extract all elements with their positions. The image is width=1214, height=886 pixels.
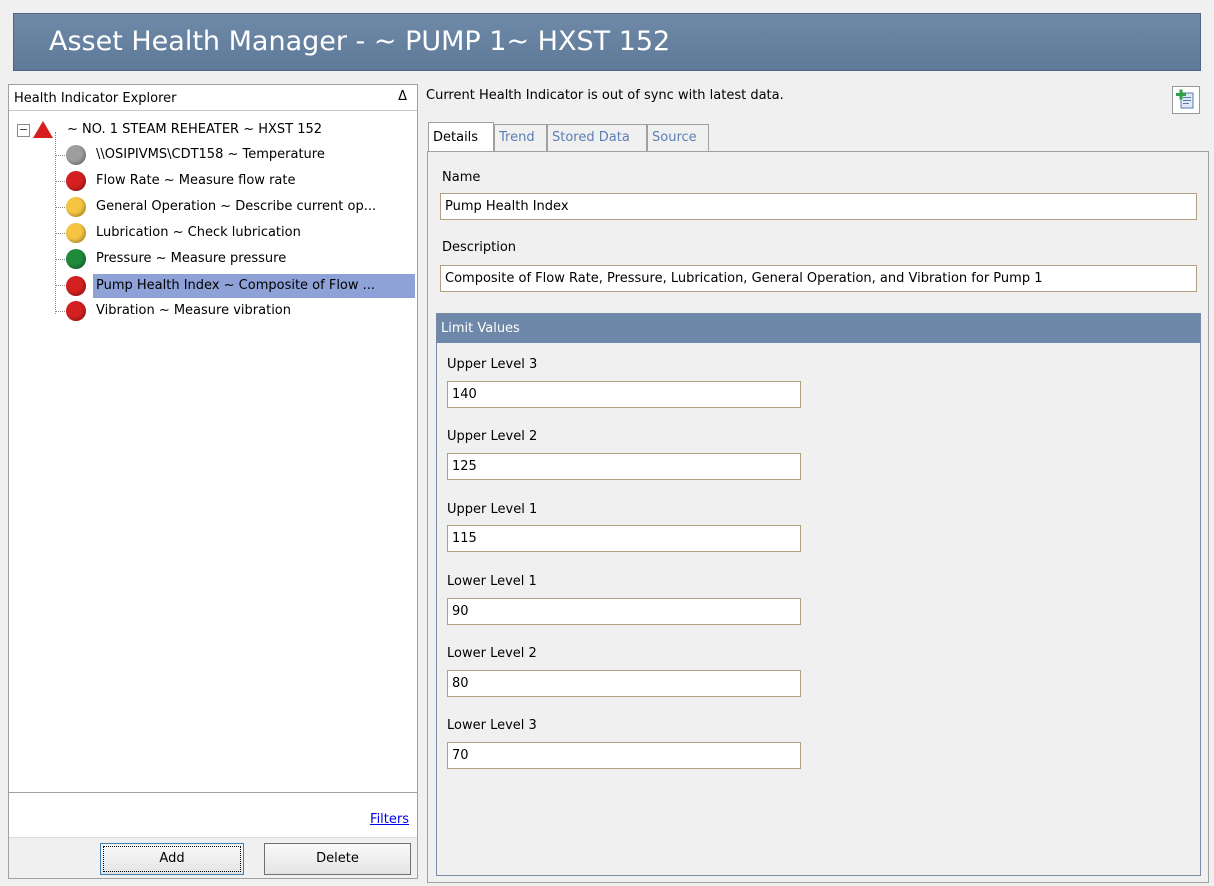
tab-source[interactable]: Source: [647, 124, 709, 151]
explorer-header: Health Indicator Explorer Δ: [9, 85, 417, 111]
tree-item-label: \\OSIPIVMS\CDT158 ~ Temperature: [96, 147, 325, 162]
tree-item[interactable]: Lubrication ~ Check lubrication: [9, 222, 409, 244]
lower-level-3-input[interactable]: [447, 742, 801, 769]
tree-item[interactable]: Flow Rate ~ Measure flow rate: [9, 170, 409, 192]
tab-trend[interactable]: Trend: [494, 124, 547, 151]
tree-root-label: ~ NO. 1 STEAM REHEATER ~ HXST 152: [67, 122, 323, 137]
alert-triangle-icon: [33, 121, 53, 138]
upper-level-1-label: Upper Level 1: [447, 502, 538, 517]
tree-item[interactable]: Pressure ~ Measure pressure: [9, 248, 409, 270]
add-document-icon: [1176, 89, 1194, 109]
tab-details[interactable]: Details: [428, 122, 494, 151]
upper-level-2-input[interactable]: [447, 453, 801, 480]
tree-item-label: Pressure ~ Measure pressure: [96, 251, 287, 266]
add-button[interactable]: Add: [100, 843, 244, 875]
health-indicator-explorer: Health Indicator Explorer Δ − ~ NO. 1 ST…: [8, 84, 418, 879]
upper-level-1-input[interactable]: [447, 525, 801, 552]
tree-item[interactable]: \\OSIPIVMS\CDT158 ~ Temperature: [9, 144, 409, 166]
tree-item-label: Vibration ~ Measure vibration: [96, 303, 291, 318]
status-red-icon: [66, 301, 86, 321]
delete-button[interactable]: Delete: [264, 843, 411, 875]
collapse-node-icon[interactable]: −: [17, 124, 30, 137]
tree-item[interactable]: General Operation ~ Describe current op.…: [9, 196, 409, 218]
description-label: Description: [442, 240, 517, 255]
upper-level-3-input[interactable]: [447, 381, 801, 408]
tree-item-label: Pump Health Index ~ Composite of Flow ..…: [96, 278, 376, 293]
tree-root-node[interactable]: − ~ NO. 1 STEAM REHEATER ~ HXST 152: [9, 121, 409, 143]
window-title: Asset Health Manager - ~ PUMP 1~ HXST 15…: [49, 26, 671, 57]
explorer-title: Health Indicator Explorer: [14, 91, 177, 106]
status-gray-icon: [66, 145, 86, 165]
lower-level-1-input[interactable]: [447, 598, 801, 625]
tree-item-label: Flow Rate ~ Measure flow rate: [96, 173, 296, 188]
explorer-button-bar: Add Delete: [9, 837, 417, 878]
limit-values-group: Limit Values Upper Level 3 Upper Level 2…: [436, 313, 1201, 876]
tree-item-label: General Operation ~ Describe current op.…: [96, 199, 377, 214]
name-input[interactable]: [440, 193, 1197, 220]
lower-level-3-label: Lower Level 3: [447, 718, 537, 733]
status-yellow-icon: [66, 223, 86, 243]
status-red-icon: [66, 171, 86, 191]
tree-item-selected[interactable]: Pump Health Index ~ Composite of Flow ..…: [9, 274, 409, 296]
lower-level-1-label: Lower Level 1: [447, 574, 537, 589]
collapse-icon[interactable]: Δ: [398, 89, 407, 104]
window-title-bar: Asset Health Manager - ~ PUMP 1~ HXST 15…: [13, 13, 1201, 71]
status-yellow-icon: [66, 197, 86, 217]
upper-level-3-label: Upper Level 3: [447, 357, 538, 372]
tree-item[interactable]: Vibration ~ Measure vibration: [9, 300, 409, 322]
upper-level-2-label: Upper Level 2: [447, 429, 538, 444]
status-green-icon: [66, 249, 86, 269]
tree-item-label: Lubrication ~ Check lubrication: [96, 225, 301, 240]
lower-level-2-label: Lower Level 2: [447, 646, 537, 661]
tab-stored-data[interactable]: Stored Data: [547, 124, 647, 151]
sync-status-message: Current Health Indicator is out of sync …: [426, 88, 784, 103]
filters-link[interactable]: Filters: [370, 812, 409, 827]
description-input[interactable]: [440, 265, 1197, 292]
status-red-icon: [66, 276, 86, 296]
name-label: Name: [442, 170, 481, 185]
lower-level-2-input[interactable]: [447, 670, 801, 697]
limit-values-header: Limit Values: [437, 314, 1200, 343]
add-indicator-button[interactable]: [1172, 86, 1200, 114]
